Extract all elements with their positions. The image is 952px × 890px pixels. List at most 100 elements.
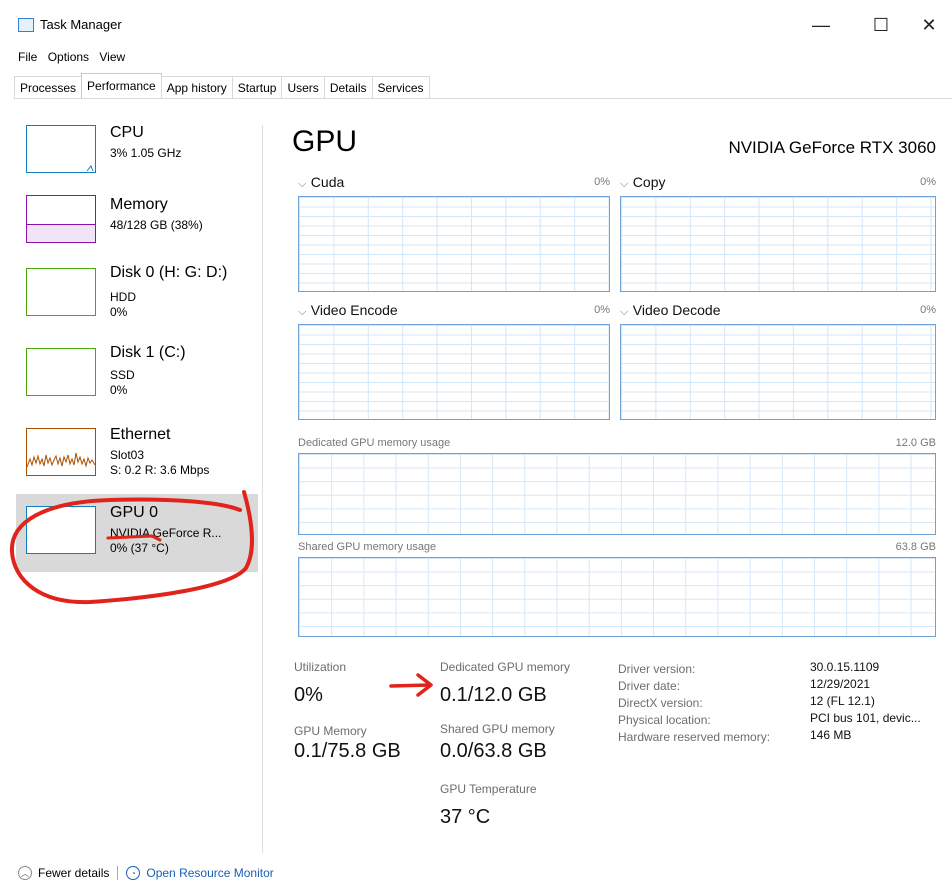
resource-monitor-icon: ◔: [126, 866, 141, 880]
shared-memory-graph-label: Shared GPU memory usage: [298, 541, 437, 553]
engine-video-decode-label: Video Decode: [632, 302, 721, 318]
sidebar-ethernet-name: Ethernet: [110, 426, 171, 443]
engine-video-decode-pct: 0%: [920, 304, 936, 316]
info-row: Physical location: PCI bus 101, devic...: [618, 711, 938, 728]
physical-location-value: PCI bus 101, devic...: [810, 711, 921, 725]
menu-file[interactable]: File: [18, 50, 37, 64]
red-circle-annotation: [9, 490, 254, 605]
engine-video-encode-graph: [298, 324, 610, 420]
tab-processes[interactable]: Processes: [14, 76, 83, 99]
sidebar-memory-name: Memory: [110, 196, 168, 213]
gpu-model-name: NVIDIA GeForce RTX 3060: [728, 138, 936, 157]
sidebar-item-memory[interactable]: Memory 48/128 GB (38%): [16, 188, 258, 258]
gpu-info-table: Driver version: 30.0.15.1109 Driver date…: [618, 660, 938, 745]
dedicated-memory-graph: [298, 453, 936, 535]
info-row: Driver version: 30.0.15.1109: [618, 660, 938, 677]
gpu-memory-value: 0.1/75.8 GB: [294, 740, 401, 762]
engine-cuda-graph: [298, 196, 610, 292]
chevron-down-icon[interactable]: ⌵: [620, 178, 628, 190]
sidebar-disk1-type: SSD: [110, 368, 135, 382]
dedicated-memory-graph-label: Dedicated GPU memory usage: [298, 437, 451, 449]
minimize-button[interactable]: —: [798, 10, 844, 40]
engine-copy-header[interactable]: ⌵ Copy 0%: [620, 174, 936, 192]
engine-copy-graph: [620, 196, 936, 292]
directx-version-label: DirectX version:: [618, 696, 703, 710]
sidebar-item-disk0[interactable]: Disk 0 (H: G: D:) HDD 0%: [16, 258, 258, 338]
ethernet-thumbnail: [26, 428, 96, 476]
menu-bar: File Options View: [18, 50, 132, 64]
disk0-thumbnail: [26, 268, 96, 316]
engine-video-encode-pct: 0%: [594, 304, 610, 316]
sidebar-ethernet-adapter: Slot03: [110, 448, 145, 462]
engine-cuda-pct: 0%: [594, 176, 610, 188]
close-button[interactable]: ✕: [906, 10, 952, 40]
engine-video-decode-header[interactable]: ⌵ Video Decode 0%: [620, 302, 936, 320]
driver-date-value: 12/29/2021: [810, 677, 871, 691]
utilization-value: 0%: [294, 684, 323, 706]
red-arrow-annotation: [389, 673, 433, 697]
dedicated-memory-value: 0.1/12.0 GB: [440, 684, 547, 706]
info-row: Hardware reserved memory: 146 MB: [618, 728, 938, 745]
tab-app-history[interactable]: App history: [160, 76, 233, 99]
engine-cuda-label: Cuda: [310, 174, 345, 190]
title-bar: Task Manager — ☐ ✕: [0, 0, 952, 42]
maximize-button[interactable]: ☐: [858, 10, 904, 40]
menu-view[interactable]: View: [99, 50, 125, 64]
tab-performance[interactable]: Performance: [81, 73, 162, 99]
engine-cuda-header[interactable]: ⌵ Cuda 0%: [298, 174, 610, 192]
tab-startup[interactable]: Startup: [231, 76, 283, 99]
driver-version-value: 30.0.15.1109: [810, 660, 880, 674]
tab-divider: [14, 98, 952, 99]
sidebar-ethernet-speed: S: 0.2 R: 3.6 Mbps: [110, 463, 210, 477]
engine-video-encode-header[interactable]: ⌵ Video Encode 0%: [298, 302, 610, 320]
shared-memory-graph: [298, 557, 936, 637]
sidebar-item-disk1[interactable]: Disk 1 (C:) SSD 0%: [16, 340, 258, 420]
driver-version-label: Driver version:: [618, 662, 696, 676]
window-title: Task Manager: [40, 17, 122, 32]
task-manager-icon: [18, 18, 34, 32]
tab-strip: Processes Performance App history Startu…: [14, 73, 430, 99]
ethernet-spark: [27, 452, 95, 468]
info-row: Driver date: 12/29/2021: [618, 677, 938, 694]
hardware-reserved-memory-label: Hardware reserved memory:: [618, 730, 771, 744]
shared-memory-label: Shared GPU memory: [440, 722, 555, 736]
dedicated-memory-graph-max: 12.0 GB: [895, 437, 936, 449]
page-title: GPU: [292, 125, 358, 158]
shared-memory-value: 0.0/63.8 GB: [440, 740, 547, 762]
gpu-memory-label: GPU Memory: [294, 724, 367, 738]
footer: ︿ Fewer details ◔ Open Resource Monitor: [18, 866, 274, 880]
engine-copy-pct: 0%: [920, 176, 936, 188]
cpu-thumbnail: [26, 125, 96, 173]
info-row: DirectX version: 12 (FL 12.1): [618, 694, 938, 711]
footer-divider: [117, 866, 119, 880]
memory-thumbnail: [26, 195, 96, 243]
engine-video-encode-label: Video Encode: [310, 302, 398, 318]
shared-memory-graph-max: 63.8 GB: [895, 541, 936, 553]
open-resource-monitor-link[interactable]: Open Resource Monitor: [146, 866, 273, 880]
directx-version-value: 12 (FL 12.1): [810, 694, 875, 708]
sidebar-cpu-detail: 3% 1.05 GHz: [110, 146, 182, 160]
memory-fill: [27, 223, 95, 242]
hardware-reserved-memory-value: 146 MB: [810, 728, 852, 742]
chevron-up-icon[interactable]: ︿: [18, 866, 32, 880]
cpu-spark: [86, 165, 94, 172]
sidebar-disk0-type: HDD: [110, 290, 136, 304]
chevron-down-icon[interactable]: ⌵: [620, 306, 628, 318]
driver-date-label: Driver date:: [618, 679, 681, 693]
fewer-details-link[interactable]: Fewer details: [38, 866, 109, 880]
menu-options[interactable]: Options: [48, 50, 89, 64]
sidebar-disk1-name: Disk 1 (C:): [110, 344, 186, 361]
gpu-temperature-label: GPU Temperature: [440, 782, 537, 796]
chevron-down-icon[interactable]: ⌵: [298, 178, 306, 190]
sidebar-item-cpu[interactable]: CPU 3% 1.05 GHz: [16, 118, 258, 188]
tab-users[interactable]: Users: [281, 76, 325, 99]
dedicated-memory-label: Dedicated GPU memory: [440, 660, 571, 674]
chevron-down-icon[interactable]: ⌵: [298, 306, 306, 318]
sidebar-disk1-usage: 0%: [110, 383, 128, 397]
tab-details[interactable]: Details: [323, 76, 373, 99]
sidebar-memory-detail: 48/128 GB (38%): [110, 218, 203, 232]
physical-location-label: Physical location:: [618, 713, 711, 727]
disk1-thumbnail: [26, 348, 96, 396]
sidebar-disk0-name: Disk 0 (H: G: D:): [110, 264, 228, 281]
tab-services[interactable]: Services: [371, 76, 430, 99]
